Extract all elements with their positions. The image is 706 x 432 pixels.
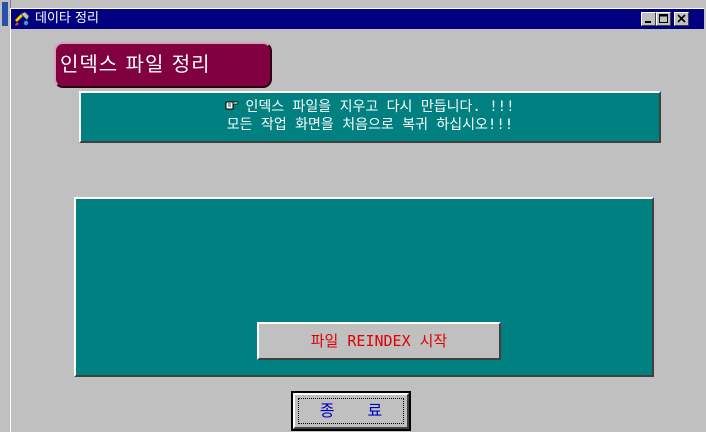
taskbar-fragment	[2, 2, 8, 26]
maximize-icon	[659, 14, 668, 23]
close-button[interactable]	[674, 12, 689, 26]
page-title: 인덱스 파일 정리	[54, 42, 272, 88]
exit-button[interactable]: 종 료	[291, 391, 411, 431]
minimize-button[interactable]	[641, 12, 656, 26]
exit-button-label: 종 료	[293, 393, 409, 429]
close-icon	[677, 14, 686, 23]
reindex-start-button[interactable]: 파일 REINDEX 시작	[257, 322, 501, 360]
notice-box: 인덱스 파일을 지우고 다시 만듭니다. !!! 모든 작업 화면을 처음으로 …	[79, 91, 661, 143]
tools-icon	[14, 11, 30, 27]
minimize-icon	[645, 21, 651, 23]
main-window: 데이타 정리 인덱스 파일 정리 인덱스 파일을 지우고 다시 만듭니다. !!…	[10, 8, 704, 432]
notice-text-1: 인덱스 파일을 지우고 다시 만듭니다. !!!	[245, 99, 515, 115]
notice-text-2: 모든 작업 화면을 처음으로 복귀 하십시오!!!	[226, 117, 514, 133]
pointing-hand-icon	[225, 98, 239, 116]
title-bar[interactable]: 데이타 정리	[11, 9, 704, 29]
maximize-button[interactable]	[656, 12, 671, 26]
notice-line-1: 인덱스 파일을 지우고 다시 만듭니다. !!!	[81, 98, 659, 116]
window-title: 데이타 정리	[35, 11, 99, 26]
